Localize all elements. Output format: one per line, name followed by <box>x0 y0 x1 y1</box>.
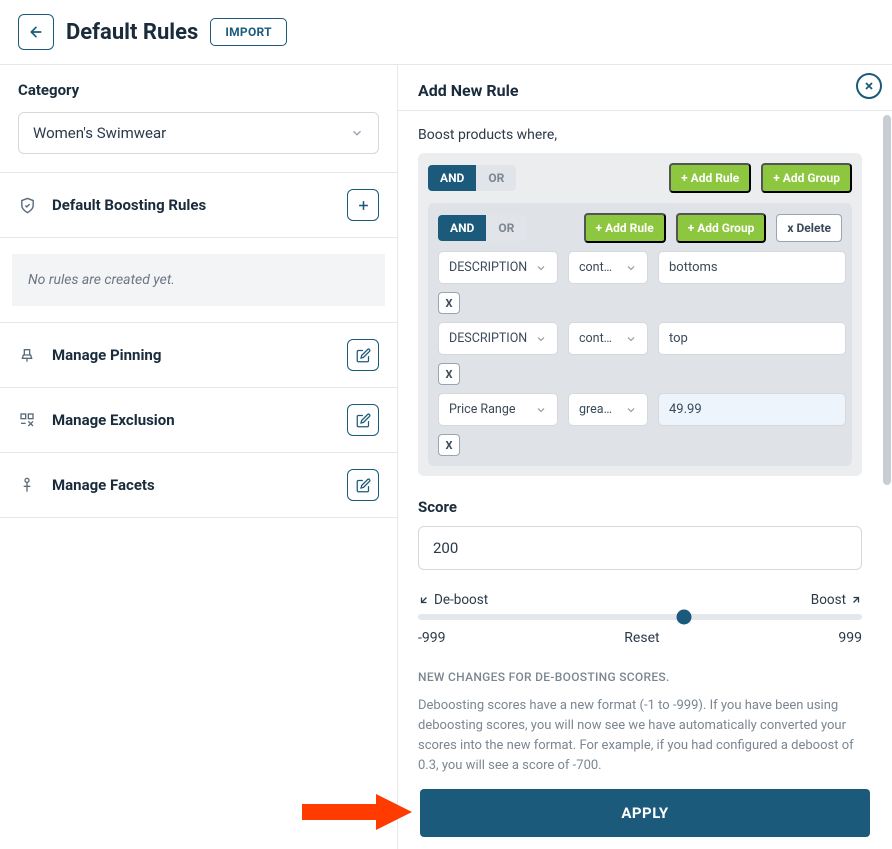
add-boosting-rule-button[interactable] <box>347 189 379 221</box>
delete-condition-button[interactable]: X <box>438 292 460 314</box>
chevron-down-icon <box>350 126 364 140</box>
arrow-down-left-icon <box>418 594 430 606</box>
delete-condition-button[interactable]: X <box>438 434 460 456</box>
inner-add-group-button[interactable]: + Add Group <box>676 213 767 243</box>
category-label: Category <box>18 81 379 99</box>
chevron-down-icon <box>535 333 547 345</box>
apply-bar: APPLY <box>398 775 892 849</box>
score-slider[interactable] <box>418 614 862 620</box>
condition-row: DESCRIPTION cont… <box>438 322 842 355</box>
pinning-header: Manage Pinning <box>0 322 397 388</box>
condition-field-value: DESCRIPTION <box>449 260 527 275</box>
rule-group: AND OR + Add Rule + Add Group x Delete D… <box>428 203 852 466</box>
rule-builder: AND OR + Add Rule + Add Group AND OR <box>418 153 862 476</box>
close-panel-button[interactable] <box>856 73 882 99</box>
condition-field-value: Price Range <box>449 402 516 417</box>
chevron-down-icon <box>625 262 637 274</box>
deboost-label: De-boost <box>418 592 488 608</box>
pinning-title: Manage Pinning <box>52 346 161 364</box>
condition-value-input[interactable] <box>658 322 846 355</box>
condition-operator-select[interactable]: grea… <box>568 393 648 426</box>
arrow-up-right-icon <box>850 594 862 606</box>
edit-icon <box>356 478 371 493</box>
boost-subheading: Boost products where, <box>418 127 862 143</box>
outer-and-toggle[interactable]: AND <box>428 165 476 191</box>
score-label: Score <box>418 498 862 516</box>
outer-add-group-button[interactable]: + Add Group <box>761 163 852 193</box>
right-panel: Add New Rule Boost products where, AND O… <box>398 65 892 849</box>
inner-add-rule-button[interactable]: + Add Rule <box>584 213 666 243</box>
condition-value-input[interactable] <box>658 251 846 284</box>
delete-condition-button[interactable]: X <box>438 363 460 385</box>
condition-operator-value: grea… <box>579 402 612 417</box>
category-select[interactable]: Women's Swimwear <box>18 112 379 154</box>
shield-icon <box>18 197 36 214</box>
edit-facets-button[interactable] <box>347 469 379 501</box>
edit-icon <box>356 413 371 428</box>
scrollbar-thumb[interactable] <box>883 115 891 485</box>
delete-group-button[interactable]: x Delete <box>776 214 842 242</box>
panel-title: Add New Rule <box>418 81 518 100</box>
chevron-down-icon <box>625 333 637 345</box>
boost-label: Boost <box>811 592 862 608</box>
condition-operator-value: cont… <box>579 331 612 346</box>
panel-scroll-area: Boost products where, AND OR + Add Rule … <box>398 111 882 775</box>
outer-or-toggle[interactable]: OR <box>476 165 516 191</box>
edit-exclusion-button[interactable] <box>347 404 379 436</box>
score-slider-thumb[interactable] <box>677 610 692 625</box>
exclusion-icon <box>18 412 36 428</box>
facets-header: Manage Facets <box>0 453 397 518</box>
page-header: Default Rules IMPORT <box>0 0 892 64</box>
left-panel: Category Women's Swimwear Default Boosti… <box>0 65 398 849</box>
boosting-title: Default Boosting Rules <box>52 196 206 214</box>
scrollbar-track[interactable] <box>882 111 892 775</box>
empty-rules-message: No rules are created yet. <box>12 254 385 306</box>
chevron-down-icon <box>535 262 547 274</box>
outer-logic-toggle[interactable]: AND OR <box>428 165 516 191</box>
condition-operator-value: cont… <box>579 260 612 275</box>
inner-logic-toggle[interactable]: AND OR <box>438 215 526 241</box>
condition-field-value: DESCRIPTION <box>449 331 527 346</box>
page-title: Default Rules <box>66 20 198 45</box>
facets-title: Manage Facets <box>52 476 155 494</box>
inner-or-toggle[interactable]: OR <box>486 215 526 241</box>
pin-icon <box>18 347 36 363</box>
slider-max-label: 999 <box>838 630 862 646</box>
chevron-down-icon <box>625 404 637 416</box>
category-block: Category Women's Swimwear <box>0 65 397 173</box>
category-value: Women's Swimwear <box>33 124 166 142</box>
facets-icon <box>18 477 36 493</box>
back-button[interactable] <box>18 14 54 50</box>
outer-add-rule-button[interactable]: + Add Rule <box>669 163 751 193</box>
edit-pinning-button[interactable] <box>347 339 379 371</box>
condition-field-select[interactable]: Price Range <box>438 393 558 426</box>
arrow-left-icon <box>28 24 44 40</box>
condition-field-select[interactable]: DESCRIPTION <box>438 322 558 355</box>
chevron-down-icon <box>535 404 547 416</box>
exclusion-header: Manage Exclusion <box>0 388 397 453</box>
condition-row: DESCRIPTION cont… <box>438 251 842 284</box>
import-button[interactable]: IMPORT <box>210 18 287 46</box>
condition-field-select[interactable]: DESCRIPTION <box>438 251 558 284</box>
edit-icon <box>356 348 371 363</box>
close-icon <box>863 80 875 92</box>
plus-icon <box>356 198 371 213</box>
reset-score-button[interactable]: Reset <box>624 630 659 646</box>
score-input[interactable] <box>418 526 862 570</box>
condition-value-input[interactable] <box>658 393 846 426</box>
deboost-note-title: NEW CHANGES FOR DE-BOOSTING SCORES. <box>418 670 862 684</box>
boosting-header: Default Boosting Rules <box>0 173 397 238</box>
deboost-note-body1: Deboosting scores have a new format (-1 … <box>418 696 862 775</box>
condition-operator-select[interactable]: cont… <box>568 251 648 284</box>
slider-min-label: -999 <box>418 630 445 646</box>
condition-operator-select[interactable]: cont… <box>568 322 648 355</box>
exclusion-title: Manage Exclusion <box>52 411 175 429</box>
inner-and-toggle[interactable]: AND <box>438 215 486 241</box>
apply-button[interactable]: APPLY <box>420 789 870 837</box>
condition-row: Price Range grea… <box>438 393 842 426</box>
